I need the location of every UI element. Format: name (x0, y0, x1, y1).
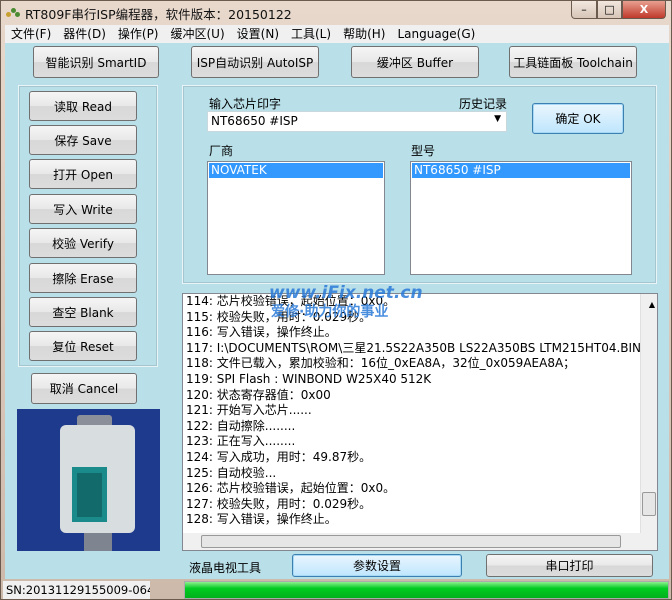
log-line: 128: 写入错误，操作终止。 (186, 512, 337, 527)
log-line: 124: 写入成功，用时：49.87秒。 (186, 449, 372, 464)
model-list[interactable]: NT68650 #ISP (410, 161, 632, 275)
menu-file[interactable]: 文件(F) (5, 25, 57, 43)
dropdown-arrow-icon[interactable]: ▼ (494, 114, 501, 124)
menu-language[interactable]: Language(G) (391, 25, 481, 43)
chip-input-label: 输入芯片印字 (209, 97, 282, 111)
log-line: 115: 校验失败，用时：0.029秒。 (186, 309, 372, 324)
watermark-url: www.iFix.net.cn (269, 283, 423, 303)
menu-help[interactable]: 帮助(H) (337, 25, 391, 43)
progress-bar (184, 581, 669, 599)
menu-bar: 文件(F) 器件(D) 操作(P) 缓冲区(U) 设置(N) 工具(L) 帮助(… (5, 25, 669, 43)
log-line: 123: 正在写入........ (186, 434, 296, 449)
progress-fill (185, 582, 668, 598)
verify-button[interactable]: 校验 Verify (29, 228, 137, 258)
scroll-thumb[interactable] (642, 492, 656, 516)
chip-input-value: NT68650 #ISP (211, 114, 298, 128)
hscroll-thumb[interactable] (201, 535, 621, 548)
blank-check-button[interactable]: 查空 Blank (29, 297, 137, 327)
log-line: 120: 状态寄存器值：0x00 (186, 387, 331, 402)
log-line: 127: 校验失败，用时：0.029秒。 (186, 496, 372, 511)
read-button[interactable]: 读取 Read (29, 91, 137, 121)
open-button[interactable]: 打开 Open (29, 159, 137, 189)
log-horizontal-scrollbar[interactable] (183, 533, 657, 550)
erase-button[interactable]: 擦除 Erase (29, 263, 137, 293)
app-window: RT809F串行ISP编程器，软件版本：20150122 – □ X 文件(F)… (0, 0, 672, 600)
save-button[interactable]: 保存 Save (29, 125, 137, 155)
menu-tools[interactable]: 工具(L) (285, 25, 337, 43)
write-button[interactable]: 写入 Write (29, 194, 137, 224)
serial-number: SN:20131129155009-0643 (3, 581, 150, 599)
model-item[interactable]: NT68650 #ISP (412, 163, 630, 178)
smartid-button[interactable]: 智能识别 SmartID (33, 46, 159, 78)
log-line: 116: 写入错误，操作终止。 (186, 325, 337, 340)
ok-button[interactable]: 确定 OK (532, 103, 624, 134)
vendor-item[interactable]: NOVATEK (209, 163, 383, 178)
window-title: RT809F串行ISP编程器，软件版本：20150122 (25, 7, 292, 22)
log-vertical-scrollbar[interactable]: ▲ (640, 294, 657, 535)
buffer-button[interactable]: 缓冲区 Buffer (351, 46, 479, 78)
close-button[interactable]: X (622, 1, 666, 19)
log-line: 121: 开始写入芯片...... (186, 403, 312, 418)
log-line: 126: 芯片校验错误，起始位置：0x0。 (186, 481, 396, 496)
minimize-button[interactable]: – (571, 1, 597, 19)
menu-buffer[interactable]: 缓冲区(U) (165, 25, 231, 43)
app-logo-icon (6, 6, 20, 18)
vendor-list[interactable]: NOVATEK (207, 161, 385, 275)
log-line: 125: 自动校验... (186, 465, 277, 480)
maximize-button[interactable]: □ (597, 1, 622, 19)
cancel-button[interactable]: 取消 Cancel (31, 373, 137, 404)
vendor-label: 厂商 (209, 144, 234, 158)
menu-operation[interactable]: 操作(P) (112, 25, 165, 43)
menu-device[interactable]: 器件(D) (57, 25, 112, 43)
log-line: 118: 文件已载入，累加校验和：16位_0xEA8A，32位_0x059AEA… (186, 356, 576, 371)
programmer-photo (17, 409, 160, 551)
toolchain-button[interactable]: 工具链面板 Toolchain (509, 46, 637, 78)
log-line: 122: 自动擦除........ (186, 418, 296, 433)
reset-button[interactable]: 复位 Reset (29, 331, 137, 361)
serial-print-button[interactable]: 串口打印 (486, 554, 653, 577)
tv-tools-label: 液晶电视工具 (189, 561, 262, 575)
params-button[interactable]: 参数设置 (292, 554, 462, 577)
menu-settings[interactable]: 设置(N) (231, 25, 285, 43)
watermark-slogan: 爱修·助力你的事业 (271, 304, 389, 320)
autoisp-button[interactable]: ISP自动识别 AutoISP (191, 46, 319, 78)
scroll-up-icon[interactable]: ▲ (644, 297, 657, 313)
log-output[interactable]: 114: 芯片校验错误，起始位置：0x0。 115: 校验失败，用时：0.029… (182, 293, 658, 551)
history-label: 历史记录 (459, 97, 508, 111)
model-label: 型号 (411, 144, 436, 158)
log-line: 117: I:\DOCUMENTS\ROM\三星21.5S22A350B LS2… (186, 340, 642, 355)
chip-input-combo[interactable]: NT68650 #ISP ▼ (207, 111, 507, 132)
log-line: 119: SPI Flash : WINBOND W25X40 512K (186, 371, 432, 386)
